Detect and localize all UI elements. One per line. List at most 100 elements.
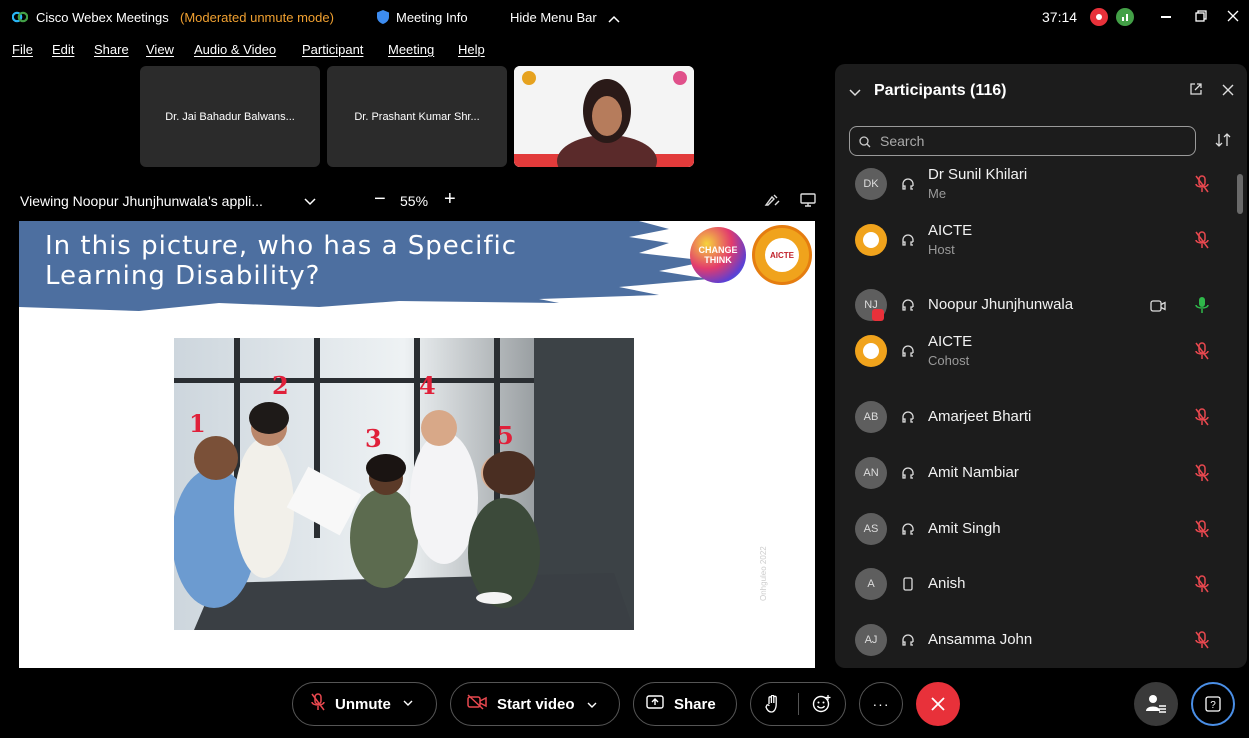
mic-muted-icon[interactable] xyxy=(1195,631,1209,649)
close-icon xyxy=(931,697,945,711)
menu-participant[interactable]: Participant xyxy=(302,42,363,57)
avatar: A xyxy=(855,568,887,600)
menu-share[interactable]: Share xyxy=(94,42,129,57)
video-tile[interactable]: Dr. Jai Bahadur Balwans... xyxy=(140,66,320,167)
title-bar: Cisco Webex Meetings (Moderated unmute m… xyxy=(0,0,1249,36)
share-button[interactable]: Share xyxy=(633,682,737,726)
menu-audio-video[interactable]: Audio & Video xyxy=(194,42,276,57)
app-title: Cisco Webex Meetings xyxy=(36,10,169,25)
mic-muted-icon[interactable] xyxy=(1195,575,1209,593)
participant-row[interactable]: AS Amit Singh xyxy=(835,501,1235,557)
speaker-video-image xyxy=(514,66,694,167)
more-options-label: ··· xyxy=(872,696,890,712)
more-options-button[interactable]: ··· xyxy=(859,682,903,726)
video-tile[interactable]: Dr. Prashant Kumar Shr... xyxy=(327,66,507,167)
chevron-down-icon[interactable] xyxy=(587,696,597,713)
participants-title: Participants (116) xyxy=(874,82,1007,99)
restore-icon[interactable] xyxy=(1195,9,1207,27)
start-video-label: Start video xyxy=(497,695,575,713)
tile-participant-name: Dr. Jai Bahadur Balwans... xyxy=(165,110,295,123)
zoom-out-button[interactable]: − xyxy=(374,188,386,211)
mic-muted-icon[interactable] xyxy=(1195,408,1209,426)
menu-help[interactable]: Help xyxy=(458,42,485,57)
participant-row[interactable]: AJ Ansamma John xyxy=(835,612,1235,668)
participant-row[interactable]: AN Amit Nambiar xyxy=(835,445,1235,501)
mic-muted-icon[interactable] xyxy=(1195,520,1209,538)
shield-icon xyxy=(377,10,389,24)
active-speaker-video[interactable] xyxy=(514,66,694,167)
pop-out-icon[interactable] xyxy=(1189,82,1203,101)
recording-icon[interactable] xyxy=(1090,8,1108,26)
menu-view[interactable]: View xyxy=(146,42,174,57)
participant-name: Noopur Jhunjhunwala xyxy=(928,296,1074,313)
mic-on-icon[interactable] xyxy=(1195,296,1209,314)
avatar: AB xyxy=(855,401,887,433)
unmute-button[interactable]: Unmute xyxy=(292,682,437,726)
participant-name: Amit Nambiar xyxy=(928,464,1019,481)
aicte-avatar xyxy=(855,335,887,367)
mic-muted-icon[interactable] xyxy=(1195,231,1209,249)
participants-panel: Participants (116) Search DK Dr Sunil Khi… xyxy=(835,64,1247,668)
headset-icon xyxy=(901,633,915,647)
person-number-1: 1 xyxy=(189,409,206,438)
headset-icon xyxy=(901,344,915,358)
share-toolbar: Viewing Noopur Jhunjhunwala's appli... −… xyxy=(0,184,830,216)
close-panel-icon[interactable] xyxy=(1222,83,1234,101)
viewing-label[interactable]: Viewing Noopur Jhunjhunwala's appli... xyxy=(20,193,263,209)
chevron-down-icon[interactable] xyxy=(304,194,316,212)
search-input[interactable]: Search xyxy=(849,126,1196,156)
network-signal-icon[interactable] xyxy=(1116,8,1134,26)
participant-name: Ansamma John xyxy=(928,631,1033,648)
start-video-button[interactable]: Start video xyxy=(450,682,620,726)
shared-content-slide[interactable]: In this picture, who has a Specific Lear… xyxy=(19,221,815,668)
menu-file[interactable]: File xyxy=(12,42,33,57)
sort-icon[interactable] xyxy=(1215,133,1231,152)
avatar: AJ xyxy=(855,624,887,656)
headset-icon xyxy=(901,298,915,312)
mic-muted-icon[interactable] xyxy=(1195,464,1209,482)
participant-row[interactable]: AICTE Host xyxy=(835,212,1235,268)
zoom-in-button[interactable]: + xyxy=(444,188,456,211)
participant-role: Cohost xyxy=(928,353,970,368)
menu-meeting[interactable]: Meeting xyxy=(388,42,434,57)
leave-meeting-button[interactable] xyxy=(916,682,960,726)
webex-logo-icon xyxy=(12,11,28,23)
scrollbar-thumb[interactable] xyxy=(1237,174,1243,214)
participant-name: AICTE xyxy=(928,222,973,239)
change-think-logo-text: CHANGE THINK xyxy=(698,245,738,265)
collapse-chevron-icon[interactable] xyxy=(849,85,861,103)
aicte-avatar xyxy=(855,224,887,256)
raise-hand-icon[interactable] xyxy=(765,694,781,717)
participant-row[interactable]: A Anish xyxy=(835,556,1235,612)
reactions-group xyxy=(750,682,846,726)
share-screen-icon xyxy=(646,695,664,713)
menu-edit[interactable]: Edit xyxy=(52,42,74,57)
minimize-icon[interactable] xyxy=(1161,16,1171,18)
change-think-logo: CHANGE THINK xyxy=(690,227,746,283)
participant-role: Host xyxy=(928,242,955,257)
close-window-icon[interactable] xyxy=(1227,9,1239,27)
person-number-4: 4 xyxy=(419,371,436,400)
shared-screen-icon[interactable] xyxy=(800,193,816,212)
meeting-info-button[interactable]: Meeting Info xyxy=(396,10,468,25)
phone-icon xyxy=(901,577,915,591)
headset-icon xyxy=(901,233,915,247)
reactions-icon[interactable] xyxy=(812,694,832,718)
mic-muted-icon[interactable] xyxy=(1195,342,1209,360)
headset-icon xyxy=(901,177,915,191)
person-number-5: 5 xyxy=(497,421,514,450)
menu-bar: File Edit Share View Audio & Video Parti… xyxy=(0,36,830,64)
mic-muted-icon[interactable] xyxy=(1195,175,1209,193)
participant-row[interactable]: DK Dr Sunil Khilari Me xyxy=(835,156,1235,212)
participants-toggle-button[interactable] xyxy=(1134,682,1178,726)
help-button[interactable]: ? xyxy=(1191,682,1235,726)
participant-row[interactable]: AICTE Cohost xyxy=(835,323,1235,379)
annotate-icon[interactable] xyxy=(764,193,780,212)
chevron-down-icon[interactable] xyxy=(403,698,413,710)
avatar: DK xyxy=(855,168,887,200)
video-on-icon xyxy=(1150,299,1166,317)
participant-row[interactable]: AB Amarjeet Bharti xyxy=(835,389,1235,445)
hide-menu-bar-button[interactable]: Hide Menu Bar xyxy=(510,10,597,25)
person-number-2: 2 xyxy=(272,371,289,400)
help-icon: ? xyxy=(1205,696,1221,712)
